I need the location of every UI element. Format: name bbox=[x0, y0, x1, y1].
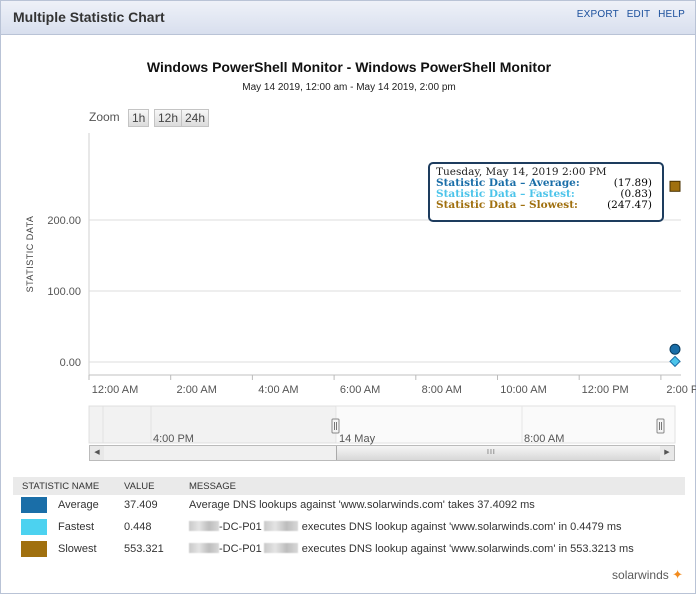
tooltip-value-slowest: (247.47) bbox=[607, 199, 652, 211]
message-text: executes DNS lookup against 'www.solarwi… bbox=[301, 521, 622, 533]
statistic-message: Average DNS lookups against 'www.solarwi… bbox=[189, 499, 535, 511]
scroll-right-icon[interactable]: ▶ bbox=[660, 446, 674, 460]
fastest-swatch bbox=[21, 519, 47, 535]
tooltip-label-slowest: Statistic Data – Slowest: bbox=[436, 199, 578, 211]
chart-tooltip: Tuesday, May 14, 2019 2:00 PM Statistic … bbox=[428, 162, 664, 222]
x-tick-label: 10:00 AM bbox=[500, 384, 546, 396]
widget-frame: Multiple Statistic Chart EXPORT EDIT HEL… bbox=[0, 0, 696, 594]
col-statistic-name: STATISTIC NAME bbox=[22, 481, 100, 492]
redacted-block bbox=[263, 521, 298, 531]
slowest-swatch bbox=[21, 541, 47, 557]
grip-icon: III bbox=[487, 449, 496, 456]
statistic-name: Average bbox=[58, 499, 99, 511]
y-tick-label: 0.00 bbox=[60, 357, 81, 369]
table-row: Slowest 553.321 -DC-P01 executes DNS look… bbox=[13, 539, 685, 561]
navigator-handle bbox=[331, 418, 340, 434]
x-tick-label: 6:00 AM bbox=[340, 384, 380, 396]
flame-icon: ✦ bbox=[672, 567, 683, 582]
solarwinds-logo: solarwinds ✦ bbox=[612, 567, 683, 583]
col-message: MESSAGE bbox=[189, 481, 236, 492]
statistic-name: Fastest bbox=[58, 521, 95, 533]
average-swatch bbox=[21, 497, 47, 513]
navigator-handle bbox=[656, 418, 665, 434]
statistic-value: 0.448 bbox=[124, 521, 152, 533]
y-axis-label: STATISTIC DATA bbox=[25, 216, 35, 293]
redacted-block bbox=[263, 543, 298, 553]
col-value: VALUE bbox=[124, 481, 155, 492]
point-slowest bbox=[669, 180, 681, 192]
point-fastest bbox=[669, 355, 681, 368]
message-text: executes DNS lookup against 'www.solarwi… bbox=[301, 543, 634, 555]
redacted-block bbox=[189, 521, 219, 531]
navigator-label: 14 May bbox=[339, 433, 376, 445]
y-tick-label: 200.00 bbox=[47, 215, 81, 227]
navigator-label: 4:00 PM bbox=[153, 433, 194, 445]
logo-text: solarwinds bbox=[612, 568, 669, 582]
navigator-mask bbox=[89, 406, 336, 443]
statistic-message: -DC-P01 executes DNS lookup against 'www.… bbox=[189, 521, 621, 533]
table-row: Fastest 0.448 -DC-P01 executes DNS lookup… bbox=[13, 517, 685, 539]
tooltip-row-slowest: Statistic Data – Slowest: (247.47) bbox=[436, 200, 656, 211]
statistic-name: Slowest bbox=[58, 543, 97, 555]
scroll-left-icon[interactable]: ◀ bbox=[90, 446, 104, 460]
table-row: Average 37.409 Average DNS lookups again… bbox=[13, 495, 685, 517]
message-prefix: -DC-P01 bbox=[219, 521, 262, 533]
x-tick-label: 8:00 AM bbox=[422, 384, 462, 396]
scrollbar-thumb[interactable]: III bbox=[336, 446, 662, 460]
message-prefix: -DC-P01 bbox=[219, 543, 262, 555]
x-tick-label: 2:00 AM bbox=[177, 384, 217, 396]
statistic-value: 37.409 bbox=[124, 499, 158, 511]
x-tick-label: 4:00 AM bbox=[258, 384, 298, 396]
point-average bbox=[669, 343, 681, 355]
y-tick-label: 100.00 bbox=[47, 286, 81, 298]
x-tick-label: 12:00 AM bbox=[92, 384, 138, 396]
statistic-value: 553.321 bbox=[124, 543, 164, 555]
x-tick-label: 12:00 PM bbox=[582, 384, 629, 396]
chart-svg: 0.00 100.00 200.00 STATISTIC DATA 12:00 AM 2:… bbox=[25, 133, 696, 445]
navigator-label: 8:00 AM bbox=[524, 433, 564, 445]
navigator-scrollbar[interactable]: ◀ III ▶ bbox=[89, 445, 675, 461]
statistic-message: -DC-P01 executes DNS lookup against 'www.… bbox=[189, 543, 634, 555]
table-header: STATISTIC NAME VALUE MESSAGE bbox=[13, 477, 685, 495]
redacted-block bbox=[189, 543, 219, 553]
x-tick-label: 2:00 PM bbox=[666, 384, 696, 396]
